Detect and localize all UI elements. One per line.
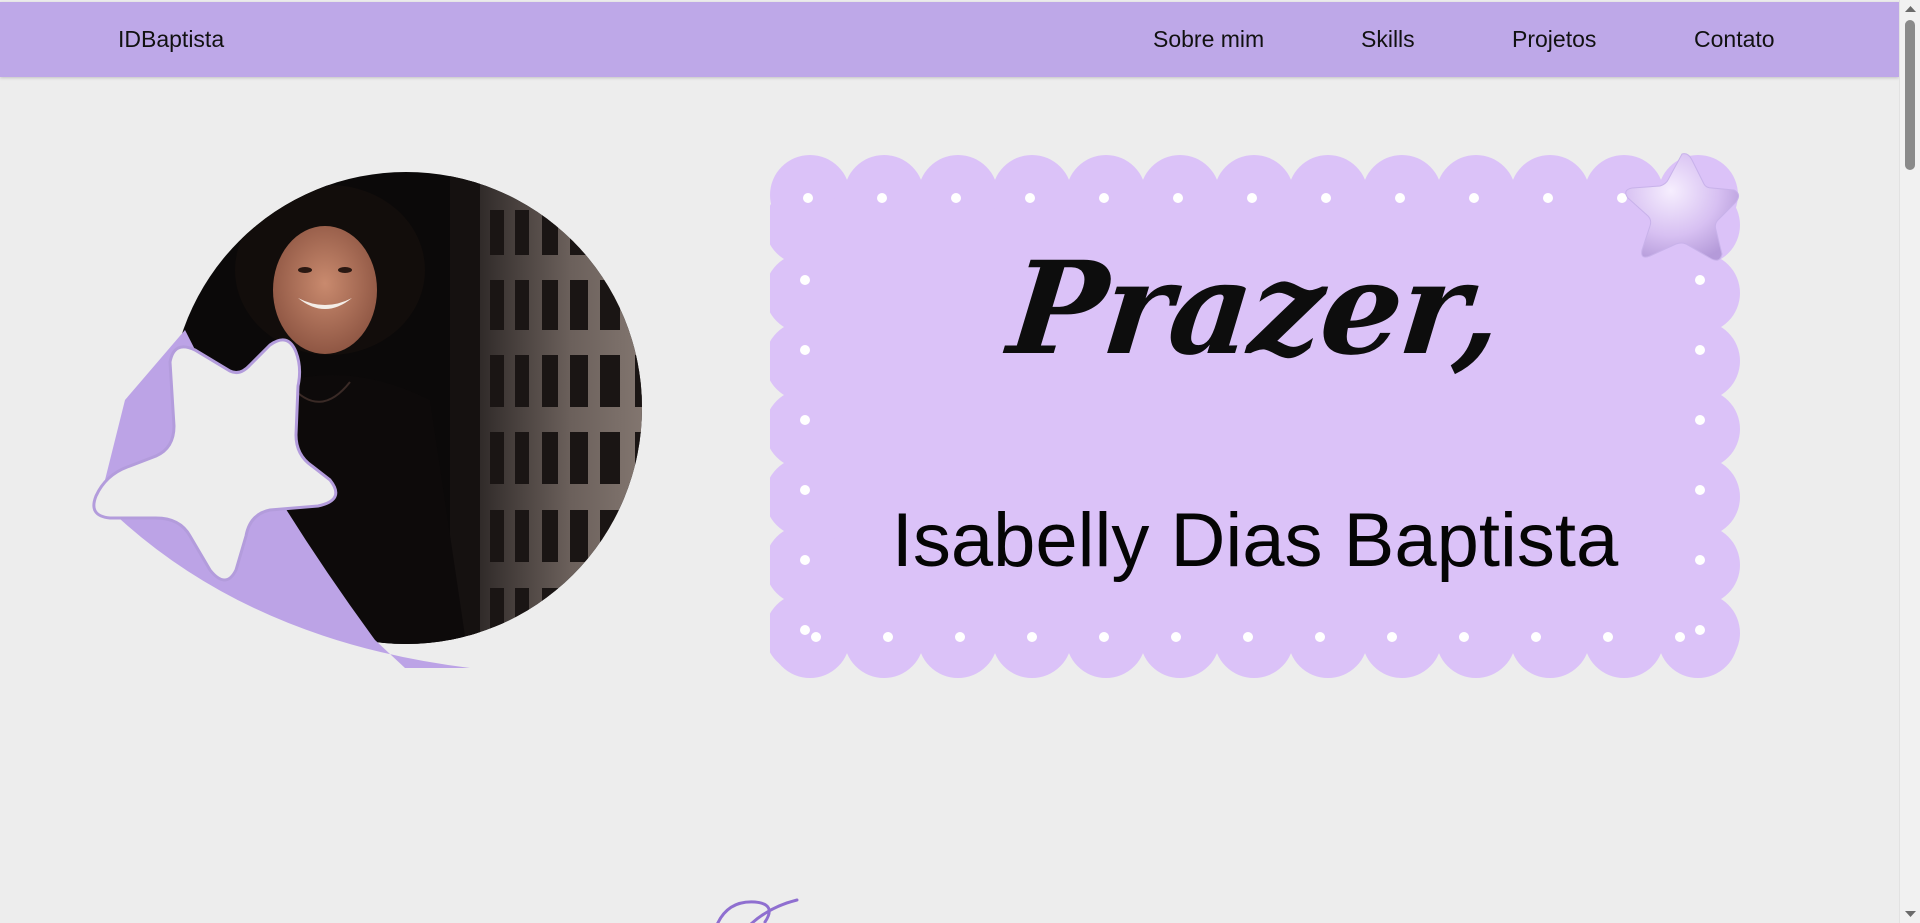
- greeting-card: (function(){ var svg = document.currentS…: [770, 150, 1740, 680]
- scroll-up-arrow-icon[interactable]: [1900, 0, 1920, 17]
- star-3d-icon: [1625, 153, 1740, 261]
- nav-link-skills[interactable]: Skills: [1361, 26, 1415, 53]
- full-name-heading: Isabelly Dias Baptista: [891, 498, 1619, 583]
- scalloped-frame: (function(){ var svg = document.currentS…: [770, 155, 1740, 678]
- page: IDBaptista Sobre mim Skills Projetos Con…: [0, 0, 1899, 923]
- brand-logo-link[interactable]: IDBaptista: [118, 26, 224, 53]
- nav-link-projetos[interactable]: Projetos: [1512, 26, 1596, 53]
- squiggle-doodle-icon: [716, 898, 799, 923]
- nav-link-contato[interactable]: Contato: [1694, 26, 1775, 53]
- profile-photo: [92, 172, 642, 668]
- greeting-heading: Prazer,: [1002, 234, 1508, 384]
- scroll-down-arrow-icon[interactable]: [1900, 906, 1920, 923]
- hero-photo-block: [90, 170, 690, 680]
- scrollbar[interactable]: [1899, 0, 1920, 923]
- navbar: IDBaptista Sobre mim Skills Projetos Con…: [0, 2, 1899, 77]
- scrollbar-thumb[interactable]: [1905, 20, 1915, 170]
- nav-link-sobre-mim[interactable]: Sobre mim: [1153, 26, 1264, 53]
